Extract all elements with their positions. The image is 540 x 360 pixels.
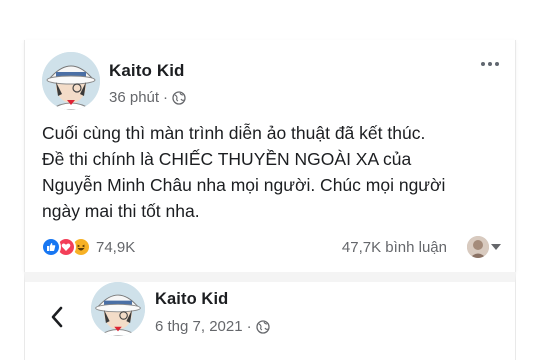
post-meta: 6 thg 7, 2021 · bbox=[155, 318, 270, 335]
comments-count[interactable]: 47,7K bình luận bbox=[342, 239, 447, 256]
post-meta: 36 phút · bbox=[109, 89, 186, 106]
author-name[interactable]: Kaito Kid bbox=[155, 290, 228, 309]
author-avatar[interactable] bbox=[91, 282, 145, 336]
like-icon bbox=[41, 237, 61, 257]
chevron-down-icon bbox=[491, 244, 501, 250]
author-avatar[interactable] bbox=[42, 52, 100, 110]
react-as-selector[interactable] bbox=[467, 236, 501, 258]
ellipsis-icon[interactable] bbox=[481, 62, 499, 66]
post-text: Cuối cùng thì màn trình diễn ảo thuật đã… bbox=[42, 123, 446, 221]
viewer-avatar bbox=[467, 236, 489, 258]
reaction-count: 74,9K bbox=[96, 238, 136, 256]
post-timestamp[interactable]: 6 thg 7, 2021 bbox=[155, 318, 243, 335]
post-card: Kaito Kid 6 thg 7, 2021 · bbox=[24, 272, 516, 360]
post-timestamp[interactable]: 36 phút bbox=[109, 89, 159, 106]
globe-icon bbox=[255, 319, 270, 334]
globe-icon bbox=[172, 90, 186, 105]
post-card: Kaito Kid 36 phút · Cuối cùng thì màn tr… bbox=[24, 40, 516, 272]
reactions-summary[interactable]: 74,9K bbox=[41, 237, 135, 257]
meta-separator: · bbox=[163, 89, 169, 106]
chevron-left-icon[interactable] bbox=[45, 302, 69, 332]
meta-separator: · bbox=[246, 318, 252, 335]
author-name[interactable]: Kaito Kid bbox=[109, 61, 185, 81]
